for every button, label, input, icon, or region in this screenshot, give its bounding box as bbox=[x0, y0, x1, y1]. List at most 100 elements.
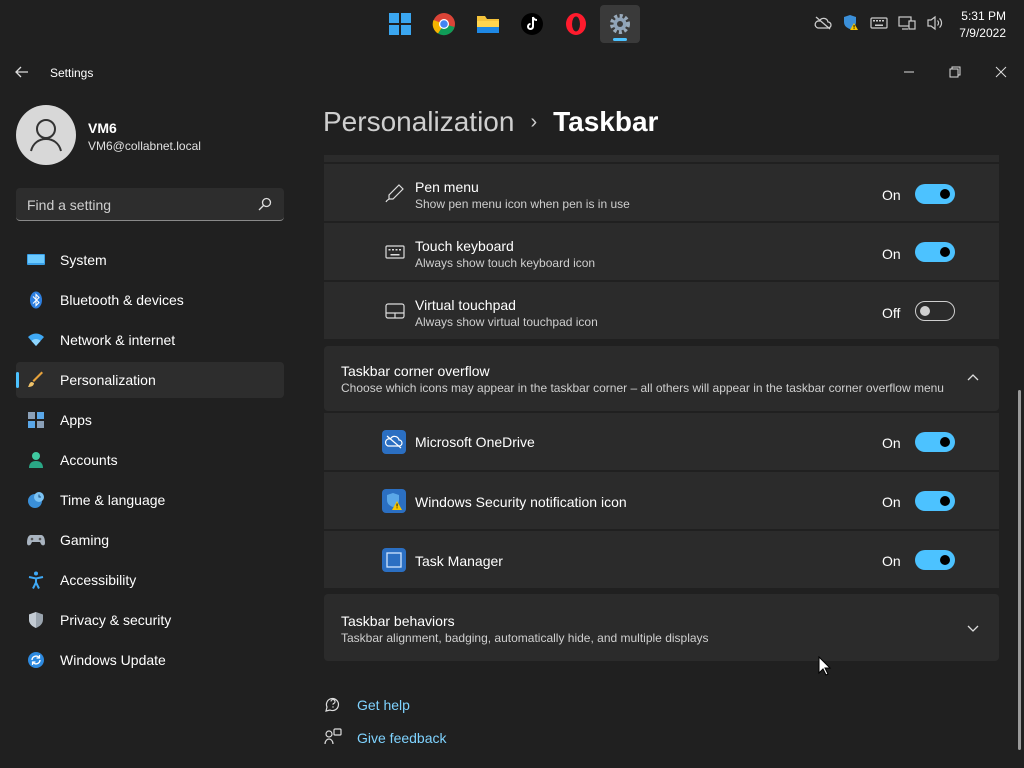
sidebar-item-windows-update[interactable]: Windows Update bbox=[16, 642, 284, 678]
bluetooth-icon bbox=[26, 290, 46, 310]
task-manager-toggle[interactable] bbox=[915, 550, 955, 570]
pen-icon bbox=[384, 182, 406, 204]
help-icon bbox=[324, 695, 344, 715]
sidebar-item-apps[interactable]: Apps bbox=[16, 402, 284, 438]
toggle-state: On bbox=[882, 435, 901, 451]
get-help-link[interactable]: Get help bbox=[324, 695, 410, 715]
toggle-state: On bbox=[882, 187, 901, 203]
sidebar-item-privacy-security[interactable]: Privacy & security bbox=[16, 602, 284, 638]
sidebar-item-label: Apps bbox=[60, 412, 92, 428]
toggle-state: On bbox=[882, 246, 901, 262]
task-manager-row: Task Manager On bbox=[324, 531, 999, 588]
network-icon[interactable] bbox=[896, 12, 918, 34]
sidebar-item-personalization[interactable]: Personalization bbox=[16, 362, 284, 398]
pen-menu-row: Pen menu Show pen menu icon when pen is … bbox=[324, 164, 999, 221]
settings-gear-icon[interactable] bbox=[600, 5, 640, 43]
sidebar-item-label: Privacy & security bbox=[60, 612, 172, 628]
sidebar-item-label: Windows Update bbox=[60, 652, 166, 668]
task-manager-icon bbox=[382, 548, 406, 572]
windows-start-icon[interactable] bbox=[380, 5, 420, 43]
chevron-down-icon[interactable] bbox=[966, 621, 982, 637]
onedrive-offline-icon[interactable] bbox=[812, 12, 834, 34]
clock[interactable]: 5:31 PM 7/9/2022 bbox=[959, 8, 1006, 42]
sidebar-item-accessibility[interactable]: Accessibility bbox=[16, 562, 284, 598]
window-titlebar: Settings bbox=[0, 48, 1024, 96]
card-edge bbox=[324, 155, 999, 162]
touchpad-icon bbox=[384, 300, 406, 322]
section-description: Choose which icons may appear in the tas… bbox=[341, 381, 944, 395]
toggle-state: On bbox=[882, 553, 901, 569]
back-arrow-icon[interactable] bbox=[14, 64, 32, 82]
tiktok-icon[interactable] bbox=[512, 5, 552, 43]
row-description: Always show touch keyboard icon bbox=[415, 256, 596, 270]
avatar[interactable] bbox=[16, 105, 76, 165]
touch-keyboard-icon[interactable] bbox=[868, 12, 890, 34]
keyboard-icon bbox=[384, 241, 406, 263]
sidebar-item-label: System bbox=[60, 252, 107, 268]
sidebar-item-label: Bluetooth & devices bbox=[60, 292, 184, 308]
taskbar: 5:31 PM 7/9/2022 bbox=[0, 0, 1024, 48]
sidebar-item-system[interactable]: System bbox=[16, 242, 284, 278]
search-input[interactable]: Find a setting bbox=[16, 188, 284, 221]
wifi-icon bbox=[26, 330, 46, 350]
sidebar-item-time-language[interactable]: Time & language bbox=[16, 482, 284, 518]
user-name: VM6 bbox=[88, 120, 117, 136]
windows-security-icon bbox=[382, 489, 406, 513]
search-icon[interactable] bbox=[258, 197, 274, 213]
onedrive-icon bbox=[382, 430, 406, 454]
accounts-icon bbox=[26, 450, 46, 470]
minimize-button[interactable] bbox=[886, 56, 932, 88]
restore-button[interactable] bbox=[932, 56, 978, 88]
sidebar-item-label: Network & internet bbox=[60, 332, 176, 348]
opera-icon[interactable] bbox=[556, 5, 596, 43]
shield-icon bbox=[26, 610, 46, 630]
windows-security-icon[interactable] bbox=[840, 12, 862, 34]
sidebar-item-network[interactable]: Network & internet bbox=[16, 322, 284, 358]
time-language-icon bbox=[26, 490, 46, 510]
clock-date: 7/9/2022 bbox=[959, 26, 1006, 40]
row-title: Pen menu bbox=[415, 179, 479, 195]
system-tray bbox=[812, 12, 946, 34]
onedrive-toggle[interactable] bbox=[915, 432, 955, 452]
close-button[interactable] bbox=[978, 56, 1024, 88]
section-title: Taskbar behaviors bbox=[341, 613, 455, 629]
windows-update-icon bbox=[26, 650, 46, 670]
row-title: Touch keyboard bbox=[415, 238, 514, 254]
page-title: Taskbar bbox=[553, 106, 659, 137]
virtual-touchpad-toggle[interactable] bbox=[915, 301, 955, 321]
breadcrumb-parent[interactable]: Personalization bbox=[323, 106, 514, 138]
volume-icon[interactable] bbox=[924, 12, 946, 34]
sidebar-item-label: Accounts bbox=[60, 452, 118, 468]
sidebar-item-label: Gaming bbox=[60, 532, 110, 548]
onedrive-row: Microsoft OneDrive On bbox=[324, 413, 999, 470]
touch-keyboard-toggle[interactable] bbox=[915, 242, 955, 262]
chevron-up-icon[interactable] bbox=[966, 371, 982, 387]
mouse-cursor-icon bbox=[818, 655, 832, 676]
accessibility-icon bbox=[26, 570, 46, 590]
give-feedback-link[interactable]: Give feedback bbox=[324, 728, 447, 748]
pen-menu-toggle[interactable] bbox=[915, 184, 955, 204]
search-placeholder: Find a setting bbox=[27, 197, 112, 213]
windows-security-toggle[interactable] bbox=[915, 491, 955, 511]
get-help-label[interactable]: Get help bbox=[357, 697, 410, 713]
scrollbar[interactable] bbox=[1018, 390, 1021, 750]
taskbar-corner-overflow-header[interactable]: Taskbar corner overflow Choose which ico… bbox=[324, 346, 999, 411]
sidebar-item-label: Personalization bbox=[60, 372, 156, 388]
row-description: Show pen menu icon when pen is in use bbox=[415, 197, 630, 211]
taskbar-behaviors-header[interactable]: Taskbar behaviors Taskbar alignment, bad… bbox=[324, 594, 999, 661]
sidebar-item-accounts[interactable]: Accounts bbox=[16, 442, 284, 478]
sidebar-item-gaming[interactable]: Gaming bbox=[16, 522, 284, 558]
breadcrumb-separator: › bbox=[530, 110, 538, 133]
file-explorer-icon[interactable] bbox=[468, 5, 508, 43]
sidebar-item-bluetooth[interactable]: Bluetooth & devices bbox=[16, 282, 284, 318]
user-email: VM6@collabnet.local bbox=[88, 139, 201, 153]
chrome-icon[interactable] bbox=[424, 5, 464, 43]
virtual-touchpad-row: Virtual touchpad Always show virtual tou… bbox=[324, 282, 999, 339]
section-title: Taskbar corner overflow bbox=[341, 363, 490, 379]
apps-icon bbox=[26, 410, 46, 430]
touch-keyboard-row: Touch keyboard Always show touch keyboar… bbox=[324, 223, 999, 280]
give-feedback-label[interactable]: Give feedback bbox=[357, 730, 447, 746]
taskbar-apps bbox=[380, 5, 640, 43]
clock-time: 5:31 PM bbox=[961, 9, 1006, 23]
row-title: Task Manager bbox=[415, 553, 503, 569]
